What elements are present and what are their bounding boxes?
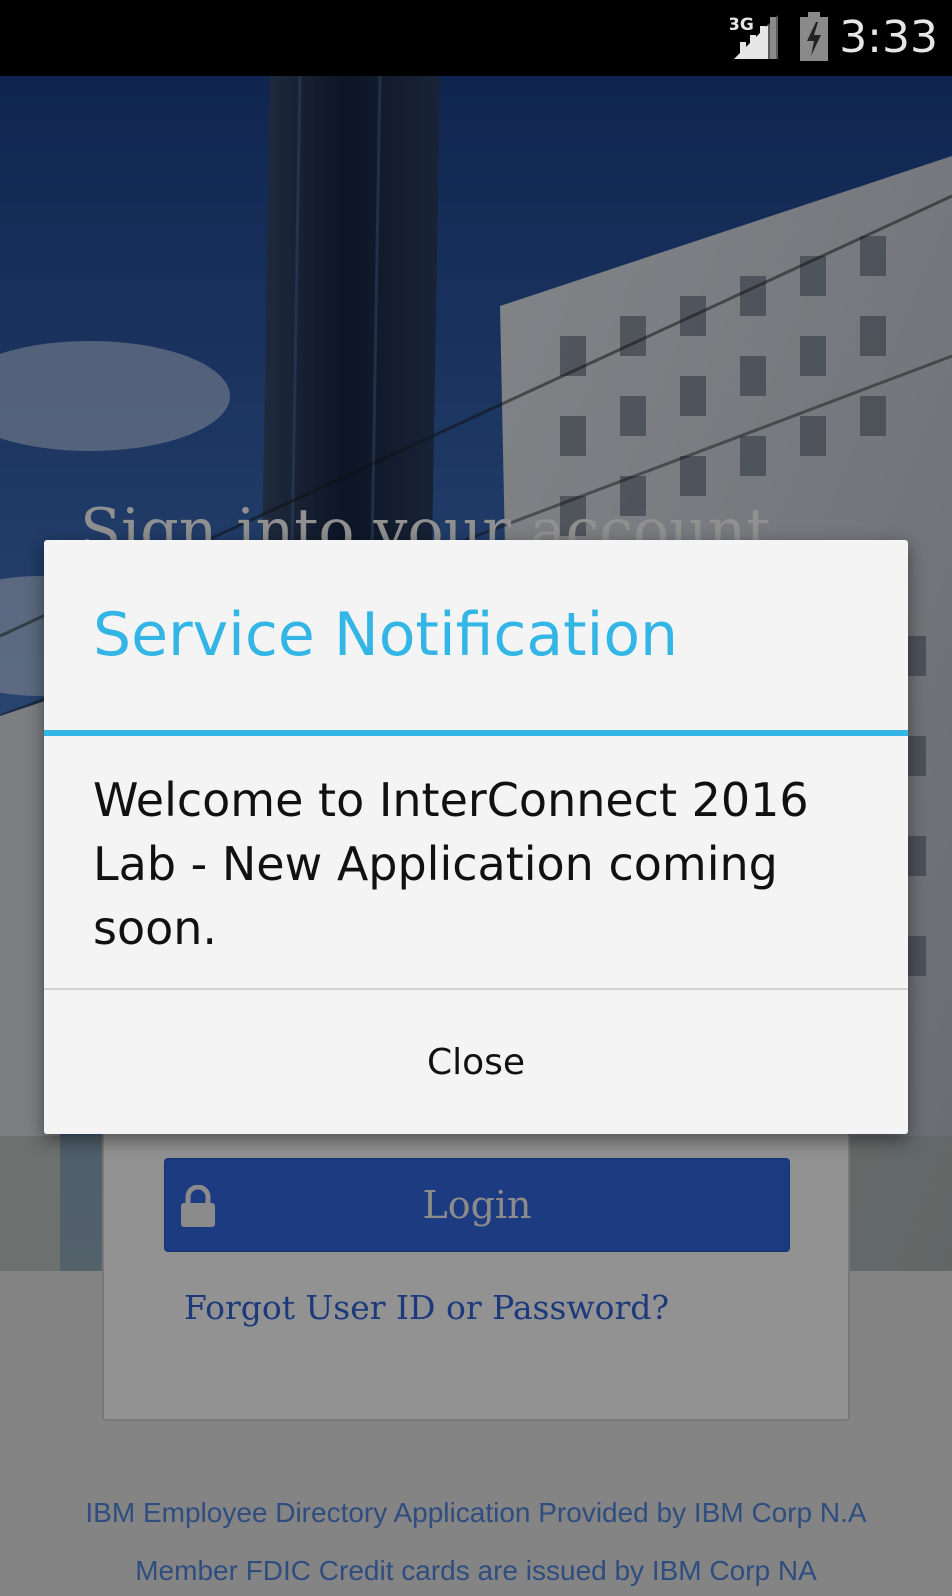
service-notification-dialog: Service Notification Welcome to InterCon…: [44, 540, 908, 1134]
title-divider: [44, 730, 908, 736]
status-bar: 3G 3:33: [0, 0, 952, 76]
close-button[interactable]: Close: [44, 990, 908, 1134]
svg-text:3G: 3G: [730, 15, 754, 35]
battery-charging-icon: [800, 12, 828, 61]
clock: 3:33: [839, 12, 938, 63]
close-button-label: Close: [426, 1041, 526, 1083]
dialog-title: Service Notification: [93, 600, 679, 670]
dialog-message: Welcome to InterConnect 2016 Lab - New A…: [93, 773, 809, 955]
signal-icon: 3G: [730, 15, 778, 59]
